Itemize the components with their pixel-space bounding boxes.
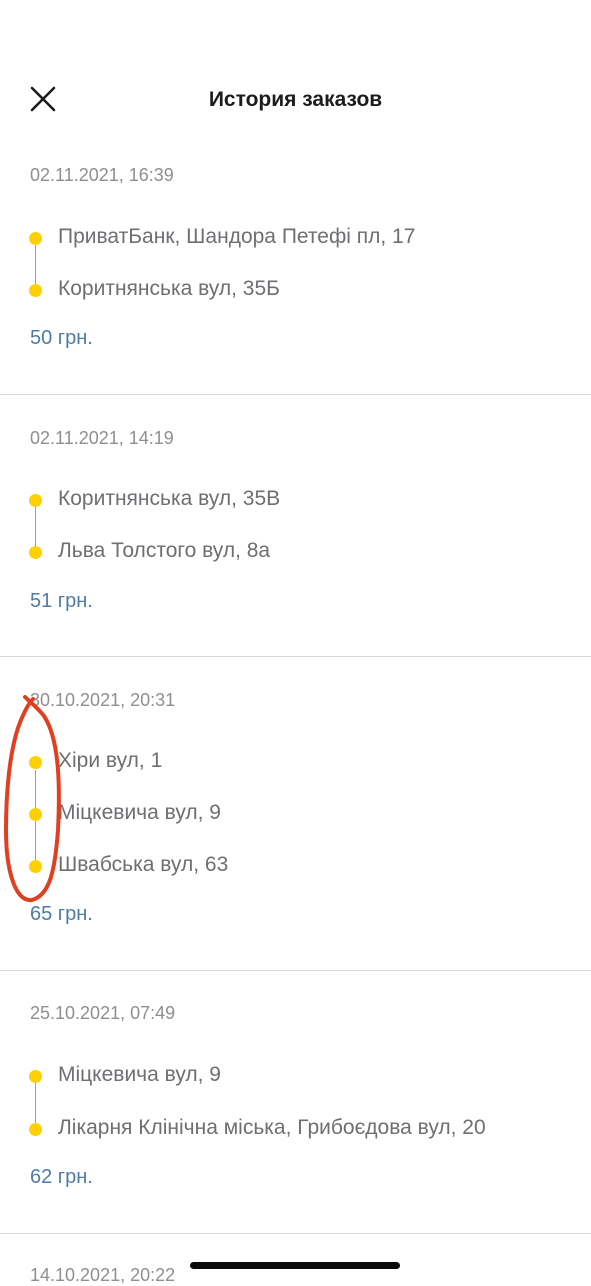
top-bar: История заказов [0, 60, 591, 130]
stop-dot-icon [29, 232, 42, 245]
order-card[interactable]: 25.10.2021, 07:49 Міцкевича вул, 9 Лікар… [0, 971, 591, 1234]
route-stop: Лікарня Клінічна міська, Грибоєдова вул,… [0, 1114, 591, 1144]
order-price: 62 грн. [30, 1166, 93, 1188]
order-price: 50 грн. [30, 327, 93, 349]
stop-address: Хіри вул, 1 [58, 749, 163, 772]
stop-dot-icon [29, 756, 42, 769]
order-date: 25.10.2021, 07:49 [30, 1003, 176, 1023]
stop-address: Коритнянська вул, 35В [58, 487, 281, 510]
stop-dot-icon [29, 1070, 42, 1083]
order-date-partial: 14.10.2021, 20:22 [30, 1265, 176, 1285]
stop-address: Льва Толстого вул, 8а [58, 539, 271, 562]
order-card[interactable]: 30.10.2021, 20:31 Хіри вул, 1 Міцкевича … [0, 657, 591, 971]
route-stop: Коритнянська вул, 35Б [0, 275, 591, 305]
order-date: 02.11.2021, 14:19 [30, 428, 174, 448]
stop-address: Лікарня Клінічна міська, Грибоєдова вул,… [58, 1116, 486, 1139]
order-price: 51 грн. [30, 590, 93, 612]
route-stop: Хіри вул, 1 [0, 747, 591, 777]
order-date: 02.11.2021, 16:39 [30, 165, 174, 185]
stop-address: Міцкевича вул, 9 [58, 1063, 221, 1086]
order-date: 30.10.2021, 20:31 [30, 690, 176, 710]
stop-dot-icon [29, 494, 42, 507]
stop-address: Швабська вул, 63 [58, 853, 229, 876]
home-indicator[interactable] [190, 1262, 400, 1269]
order-card[interactable]: 02.11.2021, 14:19 Коритнянська вул, 35В … [0, 395, 591, 657]
stop-dot-icon [29, 808, 42, 821]
route-stop: Швабська вул, 63 [0, 851, 591, 881]
stop-address: Міцкевича вул, 9 [58, 801, 221, 824]
route-stop: Міцкевича вул, 9 [0, 799, 591, 829]
order-price: 65 грн. [30, 903, 93, 925]
stop-dot-icon [29, 1123, 42, 1136]
stop-address: Коритнянська вул, 35Б [58, 277, 280, 300]
order-card[interactable]: 02.11.2021, 16:39 ПриватБанк, Шандора Пе… [0, 131, 591, 395]
stop-address: ПриватБанк, Шандора Петефі пл, 17 [58, 225, 416, 248]
stop-dot-icon [29, 546, 42, 559]
page-title: История заказов [208, 88, 383, 111]
route-stop: Міцкевича вул, 9 [0, 1061, 591, 1091]
route-stop: Льва Толстого вул, 8а [0, 537, 591, 567]
route-stop: ПриватБанк, Шандора Петефі пл, 17 [0, 223, 591, 253]
stop-dot-icon [29, 284, 42, 297]
route-stop: Коритнянська вул, 35В [0, 485, 591, 515]
stop-dot-icon [29, 860, 42, 873]
